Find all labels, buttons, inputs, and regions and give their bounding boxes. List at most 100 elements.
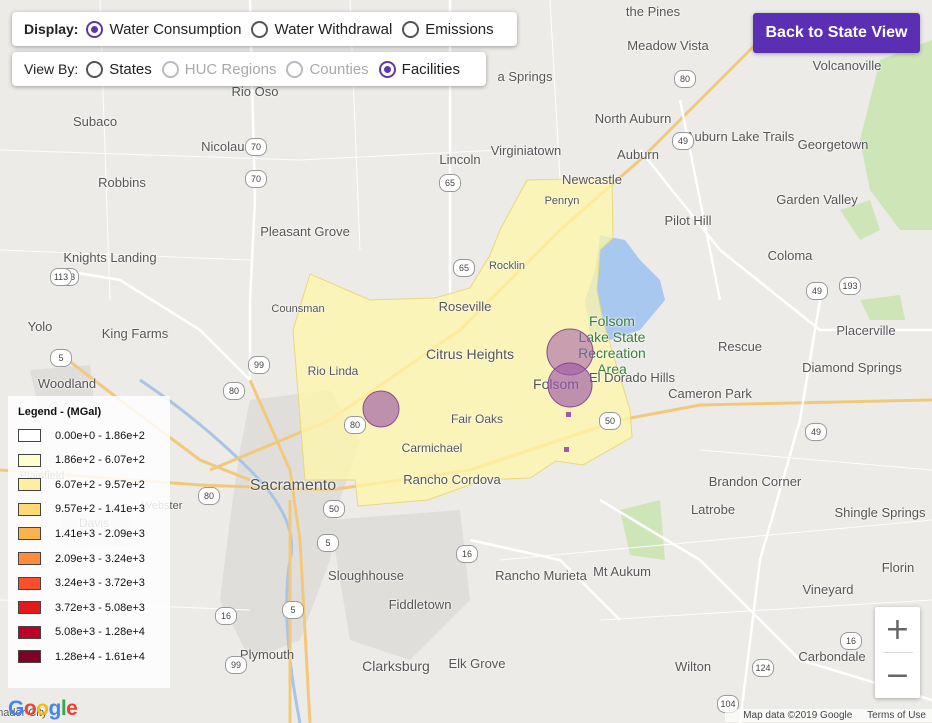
- legend-item: 1.41e+3 - 2.09e+3: [18, 527, 145, 541]
- terms-of-use-link[interactable]: Terms of Use: [867, 710, 926, 721]
- highway-shield: 49: [805, 423, 827, 441]
- place-label: Roseville: [438, 298, 492, 314]
- google-logo-letter: o: [36, 697, 49, 720]
- display-label: Display:: [24, 21, 79, 37]
- radio-disabled-icon: [286, 60, 304, 78]
- place-label: Georgetown: [797, 136, 869, 152]
- highway-shield: 80: [344, 416, 366, 434]
- place-label: Sacramento: [249, 477, 337, 494]
- place-label: Rocklin: [488, 259, 526, 272]
- option-counties: Counties: [286, 60, 369, 78]
- display-panel: Display: Water Consumption Water Withdra…: [12, 12, 517, 46]
- place-label: Yolo: [27, 318, 53, 334]
- place-label: Brandon Corner: [708, 473, 802, 489]
- legend-swatch: [18, 429, 41, 442]
- place-label: Florin: [881, 559, 915, 575]
- place-label: Shingle Springs: [834, 504, 926, 520]
- place-label: Cameron Park: [668, 385, 752, 401]
- legend-swatch: [18, 650, 41, 664]
- legend-range: 3.72e+3 - 5.08e+3: [55, 601, 145, 614]
- place-label: Pleasant Grove: [260, 223, 350, 239]
- highway-shield: 99: [248, 356, 270, 374]
- radio-unchecked-icon[interactable]: [402, 20, 420, 38]
- option-water-consumption[interactable]: Water Consumption: [86, 20, 241, 38]
- highway-shield: 124: [752, 659, 774, 677]
- google-logo-letter: e: [66, 697, 78, 720]
- legend-range: 3.24e+3 - 3.72e+3: [55, 577, 145, 590]
- option-facilities[interactable]: Facilities: [378, 60, 460, 78]
- place-label: Subaco: [72, 113, 118, 129]
- legend-item: 5.08e+3 - 1.28e+4: [18, 625, 145, 639]
- highway-shield: 49: [672, 132, 694, 150]
- legend-swatch: [18, 527, 41, 541]
- google-logo[interactable]: Google: [8, 697, 78, 721]
- back-to-state-view-button[interactable]: Back to State View: [753, 13, 920, 53]
- place-label: Newcastle: [562, 171, 622, 187]
- place-label: Nicolaus: [201, 138, 251, 154]
- attribution: Map data ©2019 Google Terms of Use: [725, 709, 932, 722]
- highway-shield: 65: [453, 259, 475, 277]
- radio-checked-icon[interactable]: [378, 60, 396, 78]
- place-label: Robbins: [98, 174, 146, 190]
- radio-checked-icon[interactable]: [86, 20, 104, 38]
- place-label: Fiddletown: [388, 596, 452, 612]
- view-by-label: View By:: [24, 61, 79, 77]
- place-label: Virginiatown: [490, 142, 562, 158]
- place-label: Rancho Cordova: [403, 471, 501, 487]
- option-water-withdrawal[interactable]: Water Withdrawal: [251, 20, 392, 38]
- legend-range: 5.08e+3 - 1.28e+4: [55, 626, 145, 639]
- legend-swatch: [18, 576, 41, 590]
- legend: Legend - (MGal) 0.00e+0 - 1.86e+2 1.86e+2…: [8, 396, 170, 688]
- radio-unchecked-icon[interactable]: [86, 60, 104, 78]
- option-emissions[interactable]: Emissions: [402, 20, 494, 38]
- highway-shield: 193: [839, 277, 861, 295]
- place-label: Auburn: [617, 146, 659, 162]
- google-logo-letter: g: [48, 697, 62, 720]
- legend-swatch: [18, 552, 41, 565]
- place-label: Rancho Murieta: [495, 567, 587, 583]
- place-label: Coloma: [767, 247, 813, 263]
- place-label: North Auburn: [594, 110, 672, 126]
- place-label: Knights Landing: [63, 249, 157, 265]
- google-logo-letter: o: [23, 697, 37, 720]
- place-label: Citrus Heights: [426, 346, 514, 362]
- legend-item: 0.00e+0 - 1.86e+2: [18, 429, 145, 442]
- place-label: Woodland: [37, 375, 97, 391]
- place-label: Rescue: [717, 338, 763, 354]
- legend-item: 1.28e+4 - 1.61e+4: [18, 650, 145, 664]
- place-label: Counsman: [271, 302, 325, 315]
- highway-shield: 5: [317, 534, 339, 552]
- legend-item: 3.24e+3 - 3.72e+3: [18, 576, 145, 590]
- highway-shield: 50: [599, 412, 621, 430]
- map-canvas[interactable]: the Pines Meadow Vista Volcanoville a Sprin…: [0, 0, 932, 723]
- legend-range: 1.28e+4 - 1.61e+4: [55, 650, 145, 663]
- place-label: Clarksburg: [362, 658, 430, 674]
- option-states[interactable]: States: [86, 60, 152, 78]
- place-label: Sloughhouse: [328, 567, 404, 583]
- radio-unchecked-icon[interactable]: [251, 20, 269, 38]
- legend-title: Legend - (MGal): [18, 406, 102, 418]
- place-label: Latrobe: [690, 501, 736, 517]
- legend-range: 1.41e+3 - 2.09e+3: [55, 527, 145, 540]
- highway-shield: 70: [245, 138, 267, 156]
- legend-range: 1.86e+2 - 6.07e+2: [55, 454, 145, 467]
- legend-item: 9.57e+2 - 1.41e+3: [18, 502, 145, 516]
- legend-item: 6.07e+2 - 9.57e+2: [18, 478, 145, 492]
- place-label: Fair Oaks: [450, 412, 504, 426]
- legend-range: 9.57e+2 - 1.41e+3: [55, 503, 145, 516]
- legend-item: 3.72e+3 - 5.08e+3: [18, 601, 145, 615]
- highway-shield: 16: [215, 607, 237, 625]
- highway-shield: 16: [456, 545, 478, 563]
- place-label: Mt Aukum: [593, 563, 651, 579]
- legend-swatch: [18, 453, 41, 467]
- place-label: El Dorado Hills: [589, 369, 675, 385]
- zoom-out-button[interactable]: −: [875, 653, 920, 698]
- zoom-control: + −: [875, 607, 920, 698]
- legend-swatch: [18, 601, 41, 615]
- highway-shield: 80: [674, 70, 696, 88]
- place-label: Wilton: [674, 658, 712, 674]
- place-label: Auburn Lake Trails: [685, 128, 795, 144]
- place-label: Diamond Springs: [802, 359, 902, 375]
- google-logo-letter: G: [8, 697, 24, 720]
- zoom-in-button[interactable]: +: [875, 607, 920, 652]
